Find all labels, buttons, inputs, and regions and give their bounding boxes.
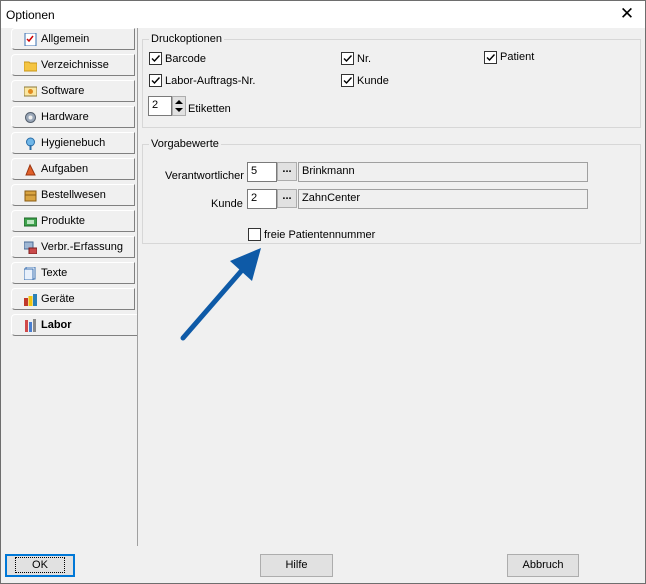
etiketten-label: Etiketten bbox=[188, 103, 231, 115]
tab-label: Produkte bbox=[41, 215, 86, 227]
group-title: Vorgabewerte bbox=[149, 138, 221, 150]
text-document-icon bbox=[24, 267, 36, 280]
tab-bestellwesen[interactable]: Bestellwesen bbox=[11, 184, 135, 206]
tab-label: Aufgaben bbox=[41, 163, 89, 175]
nr-label: Nr. bbox=[357, 53, 372, 65]
kunde-name-field: ZahnCenter bbox=[298, 189, 588, 209]
tab-verzeichnisse[interactable]: Verzeichnisse bbox=[11, 54, 135, 76]
labor-auftrags-nr-label: Labor-Auftrags-Nr. bbox=[165, 75, 256, 87]
lab-icon bbox=[25, 319, 36, 332]
ok-button[interactable]: OK bbox=[5, 554, 75, 577]
tab-label: Verzeichnisse bbox=[41, 59, 109, 71]
kunde-lookup-button[interactable]: ... bbox=[277, 189, 297, 208]
abbruch-button[interactable]: Abbruch bbox=[507, 554, 579, 577]
verantwortlicher-code-input[interactable]: 5 bbox=[247, 162, 277, 182]
consumption-icon bbox=[24, 241, 37, 254]
tab-label: Hardware bbox=[41, 111, 89, 123]
hygiene-icon bbox=[26, 137, 35, 150]
etiketten-spinner[interactable] bbox=[172, 96, 186, 116]
ok-button-label: OK bbox=[15, 557, 65, 573]
package-icon bbox=[24, 190, 37, 202]
tab-strip: Allgemein Verzeichnisse Software Hardwar… bbox=[1, 28, 138, 546]
kunde-label: Kunde bbox=[357, 75, 389, 87]
title-bar: Optionen ✕ bbox=[1, 1, 645, 28]
products-icon bbox=[24, 217, 37, 227]
verantwortlicher-lookup-button[interactable]: ... bbox=[277, 162, 297, 181]
tasks-icon bbox=[25, 163, 36, 176]
verantwortlicher-label: Verantwortlicher bbox=[165, 170, 244, 182]
kunde-checkbox[interactable] bbox=[341, 74, 354, 87]
kunde-default-label: Kunde bbox=[211, 198, 243, 210]
group-title: Druckoptionen bbox=[149, 33, 224, 45]
freie-patientennummer-checkbox[interactable] bbox=[248, 228, 261, 241]
button-bar: OK Hilfe Abbruch bbox=[1, 546, 645, 583]
tab-allgemein[interactable]: Allgemein bbox=[11, 28, 135, 50]
tab-labor[interactable]: Labor bbox=[11, 314, 137, 336]
tab-geraete[interactable]: Geräte bbox=[11, 288, 135, 310]
kunde-code-input[interactable]: 2 bbox=[247, 189, 277, 209]
hilfe-button[interactable]: Hilfe bbox=[260, 554, 333, 577]
tab-label: Allgemein bbox=[41, 33, 90, 45]
barcode-checkbox[interactable] bbox=[149, 52, 162, 65]
close-icon[interactable]: ✕ bbox=[617, 4, 637, 24]
window-title: Optionen bbox=[6, 8, 55, 22]
spin-arrows-icon bbox=[175, 100, 183, 112]
devices-icon bbox=[24, 294, 37, 306]
checklist-icon bbox=[24, 33, 37, 46]
verantwortlicher-name-field: Brinkmann bbox=[298, 162, 588, 182]
freie-patientennummer-label: freie Patientennummer bbox=[264, 229, 376, 241]
abbruch-button-label: Abbruch bbox=[522, 559, 564, 571]
tab-produkte[interactable]: Produkte bbox=[11, 210, 135, 232]
tab-texte[interactable]: Texte bbox=[11, 262, 135, 284]
tab-label: Verbr.-Erfassung bbox=[41, 241, 123, 253]
annotation-arrow-icon bbox=[180, 248, 261, 341]
hilfe-button-label: Hilfe bbox=[285, 559, 308, 571]
patient-label: Patient bbox=[500, 51, 535, 63]
etiketten-input[interactable]: 2 bbox=[148, 96, 172, 116]
options-dialog: Optionen ✕ Allgemein Verzeichnisse Softw… bbox=[0, 0, 646, 584]
tab-hardware[interactable]: Hardware bbox=[11, 106, 135, 128]
tab-label: Texte bbox=[41, 267, 68, 279]
tab-label: Hygienebuch bbox=[41, 137, 106, 149]
tab-label: Geräte bbox=[41, 293, 75, 305]
tab-verbr-erfassung[interactable]: Verbr.-Erfassung bbox=[11, 236, 135, 258]
tab-label: Software bbox=[41, 85, 85, 97]
software-icon bbox=[24, 86, 37, 97]
tab-aufgaben[interactable]: Aufgaben bbox=[11, 158, 135, 180]
nr-checkbox[interactable] bbox=[341, 52, 354, 65]
folder-icon bbox=[24, 61, 37, 72]
tab-hygienebuch[interactable]: Hygienebuch bbox=[11, 132, 135, 154]
gear-icon bbox=[25, 112, 36, 123]
tab-software[interactable]: Software bbox=[11, 80, 135, 102]
patient-checkbox[interactable] bbox=[484, 51, 497, 64]
labor-auftrags-nr-checkbox[interactable] bbox=[149, 74, 162, 87]
tab-label: Labor bbox=[41, 319, 72, 331]
barcode-label: Barcode bbox=[165, 53, 206, 65]
tab-label: Bestellwesen bbox=[41, 189, 106, 201]
labor-panel: Druckoptionen Barcode Nr. Patient Labor-… bbox=[138, 28, 644, 546]
